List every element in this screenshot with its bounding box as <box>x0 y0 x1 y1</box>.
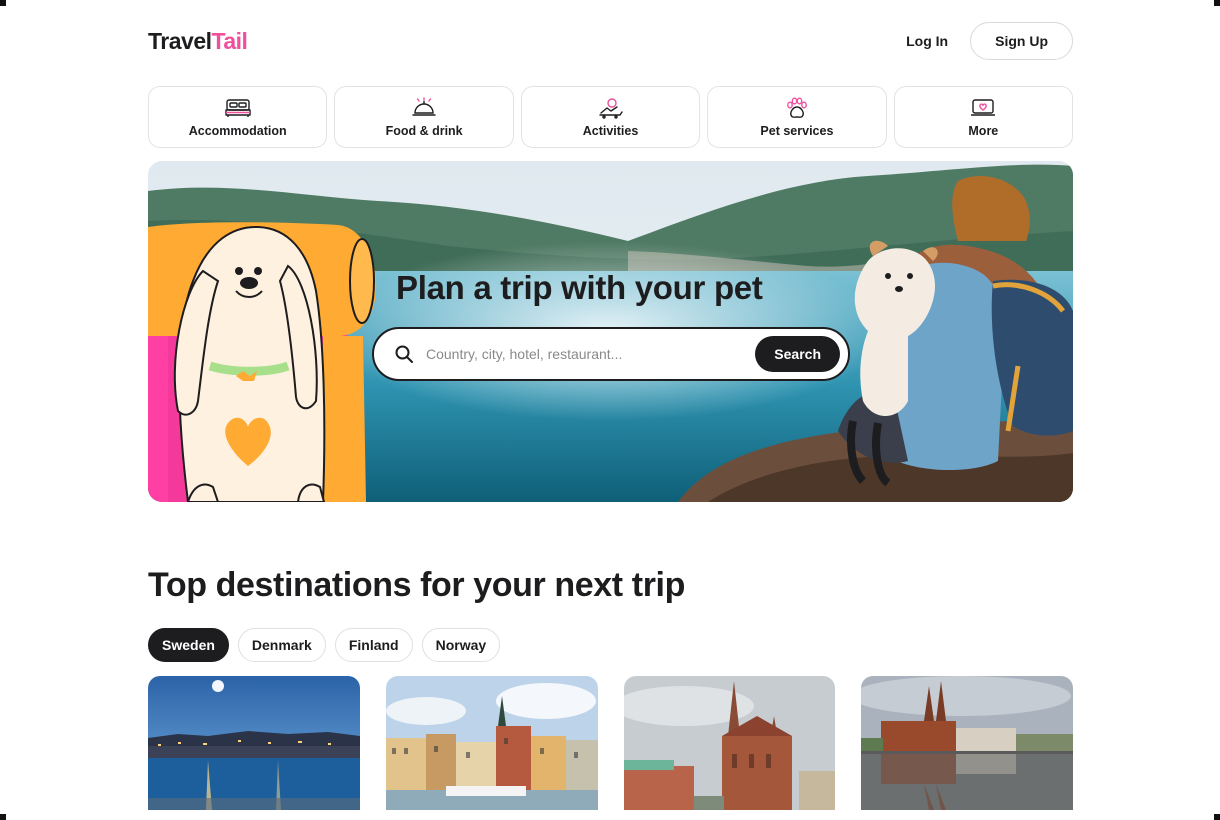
frame-corner <box>0 814 6 820</box>
category-pet-services[interactable]: Pet services <box>707 86 887 148</box>
tab-finland[interactable]: Finland <box>334 628 413 662</box>
destination-cards <box>148 676 1073 810</box>
tab-sweden[interactable]: Sweden <box>148 628 229 662</box>
category-label: Accommodation <box>188 123 287 138</box>
old-town-waterfront-photo <box>385 676 598 810</box>
auth-actions: Log In Sign Up <box>904 22 1073 60</box>
category-label: More <box>968 123 999 138</box>
category-accommodation[interactable]: Accommodation <box>148 86 328 148</box>
destination-card[interactable] <box>623 676 836 810</box>
category-activities[interactable]: Activities <box>520 86 701 148</box>
brand-logo[interactable]: Travel Tail <box>148 27 248 55</box>
category-more[interactable]: More <box>893 86 1074 148</box>
logo-text-travel: Travel <box>148 27 212 54</box>
frame-corner <box>1214 814 1220 820</box>
category-label: Activities <box>582 123 639 138</box>
more-icon <box>970 97 996 119</box>
search-button[interactable]: Search <box>755 336 840 372</box>
search-icon <box>395 345 413 363</box>
search-bar: Search <box>372 327 850 381</box>
hero-banner: Plan a trip with your pet Search <box>148 161 1073 502</box>
category-nav: Accommodation Food & drink Activities Pe… <box>148 86 1074 148</box>
night-harbor-city-photo <box>148 676 360 810</box>
login-link[interactable]: Log In <box>904 27 950 55</box>
section-title: Top destinations for your next trip <box>148 566 685 604</box>
frame-corner <box>1214 0 1220 6</box>
food-cloche-icon <box>411 96 437 119</box>
destination-card[interactable] <box>148 676 360 810</box>
logo-text-tail: Tail <box>211 27 248 54</box>
country-tabs: Sweden Denmark Finland Norway <box>148 628 1073 662</box>
frame-corner <box>0 0 6 6</box>
paw-icon <box>784 97 810 119</box>
bed-icon <box>225 97 251 119</box>
activities-icon <box>598 97 624 119</box>
tab-norway[interactable]: Norway <box>421 628 501 662</box>
destination-card[interactable] <box>861 676 1073 810</box>
search-input[interactable] <box>426 346 756 362</box>
category-food-drink[interactable]: Food & drink <box>334 86 514 148</box>
destination-card[interactable] <box>385 676 598 810</box>
cathedral-river-reflection-photo <box>861 676 1073 810</box>
site-header: Travel Tail Log In Sign Up <box>148 22 1073 60</box>
category-label: Pet services <box>760 123 834 138</box>
tab-denmark[interactable]: Denmark <box>237 628 326 662</box>
gothic-cathedral-photo <box>623 676 836 810</box>
signup-button[interactable]: Sign Up <box>970 22 1073 60</box>
category-label: Food & drink <box>385 123 463 138</box>
hero-title: Plan a trip with your pet <box>396 269 763 306</box>
